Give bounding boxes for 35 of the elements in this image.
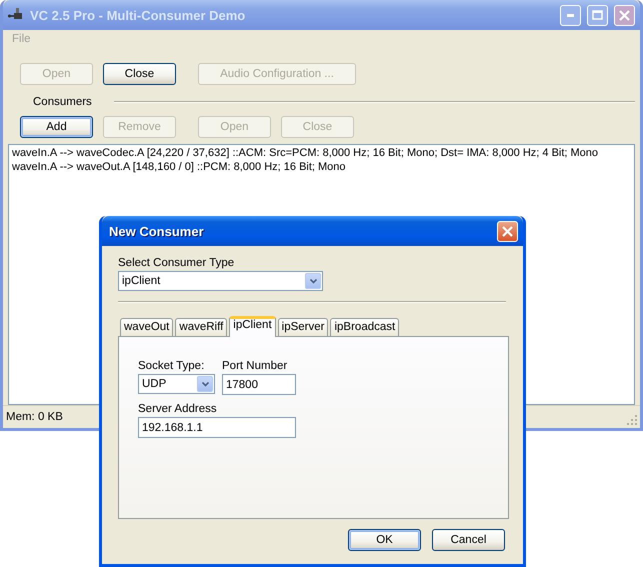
cancel-button[interactable]: Cancel (432, 529, 505, 551)
close-button[interactable]: Close (103, 63, 176, 85)
ok-button[interactable]: OK (348, 529, 421, 551)
resize-grip-icon[interactable] (626, 414, 638, 426)
status-text: Mem: 0 KB (6, 411, 64, 423)
dialog-title: New Consumer (109, 224, 205, 238)
tab[interactable]: ipClient (229, 316, 276, 337)
maximize-button[interactable] (587, 4, 608, 26)
maximize-icon (592, 10, 603, 20)
close-icon (619, 10, 630, 20)
window-close-button[interactable] (614, 4, 635, 26)
field-label: Select Consumer Type (118, 257, 236, 269)
tab[interactable]: waveRiff (175, 318, 228, 336)
chevron-icon[interactable] (310, 278, 316, 284)
dialog-close-button[interactable] (497, 220, 518, 242)
socket-type-dropdown[interactable]: UDP (138, 374, 215, 394)
chevron-icon[interactable] (202, 382, 208, 386)
tab[interactable]: ipBroadcast (330, 318, 400, 336)
add-button[interactable]: Add (20, 116, 93, 138)
list-item[interactable]: waveIn.A --> waveCodec.A [24,220 / 37,632] ::ACM: Src=PCM: 8,000 Hz; 16 Bit; Mono; Dst= IMA: 8,000 Hz; 4 Bit; Mono (12, 147, 631, 160)
close-icon (502, 226, 513, 236)
server-address-field[interactable]: 192.168.1.1 (138, 417, 296, 438)
minimize-button[interactable] (560, 4, 581, 26)
field-label: Port Number (222, 360, 288, 372)
consumer-type-dropdown[interactable]: ipClient (118, 271, 323, 291)
field-label: Socket Type: (138, 360, 206, 372)
tab[interactable]: waveOut (120, 318, 174, 336)
tab[interactable]: ipServer (278, 318, 328, 336)
list-item[interactable]: waveIn.A --> waveOut.A [148,160 / 0] ::PCM: 8,000 Hz; 16 Bit; Mono (12, 160, 631, 174)
group-label: Consumers (33, 96, 92, 108)
window-title: VC 2.5 Pro - Multi-Consumer Demo (30, 8, 246, 22)
app-icon (8, 6, 24, 20)
port-number-field[interactable]: 17800 (222, 374, 296, 395)
minimize-icon (567, 14, 574, 16)
field-label: Server Address (138, 403, 218, 415)
